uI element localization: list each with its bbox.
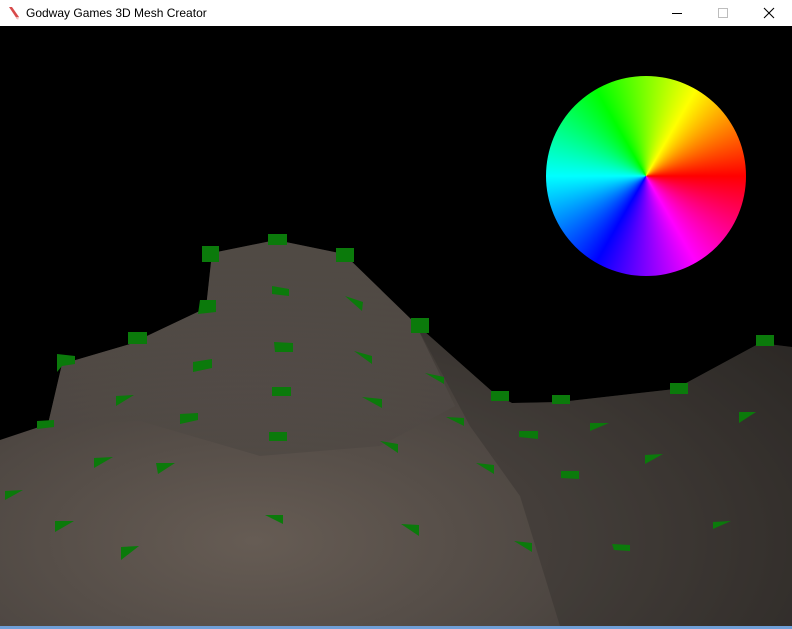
vertex-marker[interactable] [202, 246, 219, 262]
title-bar: Godway Games 3D Mesh Creator [0, 0, 792, 26]
vertex-marker[interactable] [491, 391, 509, 401]
vertex-marker[interactable] [612, 544, 630, 551]
vertex-marker[interactable] [552, 395, 570, 404]
vertex-marker[interactable] [268, 234, 287, 245]
close-button[interactable] [746, 0, 792, 26]
window-title: Godway Games 3D Mesh Creator [26, 6, 207, 20]
vertex-marker[interactable] [128, 332, 147, 344]
vertex-marker[interactable] [411, 318, 429, 333]
terrain-mesh[interactable] [0, 26, 792, 626]
vertex-marker[interactable] [198, 300, 216, 314]
vertex-marker[interactable] [561, 471, 579, 479]
vertex-marker[interactable] [272, 387, 291, 396]
minimize-button[interactable] [654, 0, 700, 26]
app-icon [9, 7, 19, 20]
vertex-marker[interactable] [269, 432, 287, 441]
minimize-icon [672, 13, 682, 14]
vertex-marker[interactable] [336, 248, 354, 262]
3d-viewport[interactable] [0, 26, 792, 626]
vertex-marker[interactable] [670, 383, 688, 394]
maximize-icon [718, 8, 728, 18]
maximize-button[interactable] [700, 0, 746, 26]
vertex-marker[interactable] [274, 342, 293, 352]
vertex-marker[interactable] [756, 335, 774, 346]
close-icon [763, 7, 775, 19]
